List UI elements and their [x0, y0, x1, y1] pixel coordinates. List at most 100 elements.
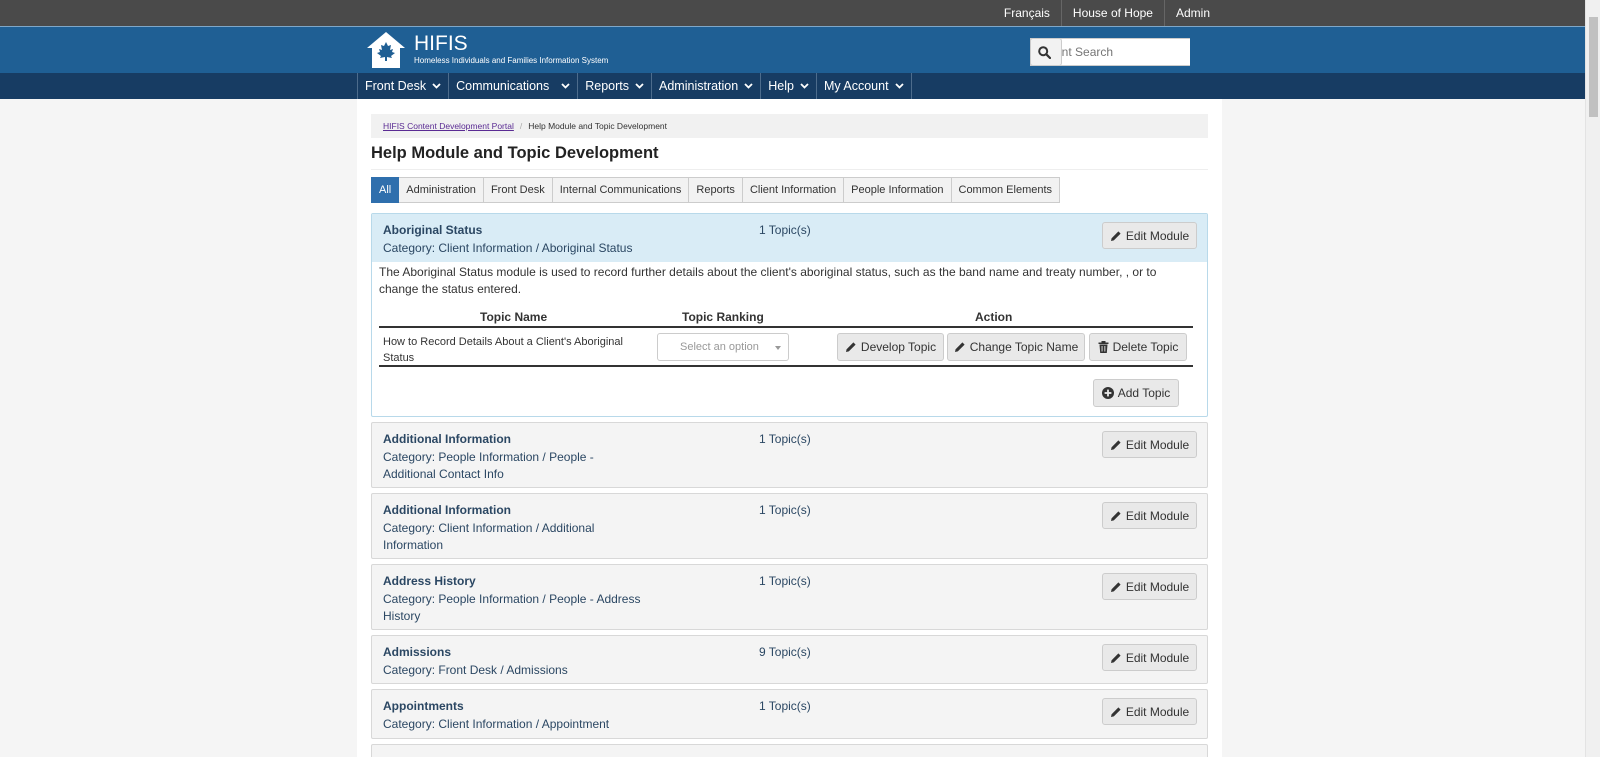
module-panel[interactable]: Appointments Category: Client Informatio…: [371, 689, 1208, 739]
delete-topic-button[interactable]: Delete Topic: [1089, 333, 1187, 361]
pencil-icon: [1110, 510, 1121, 521]
edit-module-label: Edit Module: [1125, 650, 1190, 665]
tab-client-information[interactable]: Client Information: [742, 177, 845, 203]
nav-label: Administration: [659, 79, 739, 93]
pencil-icon: [1110, 581, 1121, 592]
change-topic-name-button[interactable]: Change Topic Name: [947, 333, 1085, 361]
page-title: Help Module and Topic Development: [371, 144, 659, 162]
module-title: Aboriginal Status: [383, 223, 483, 237]
breadcrumb-current: Help Module and Topic Development: [528, 121, 668, 131]
tab-internal-communications[interactable]: Internal Communications: [552, 177, 690, 203]
brand[interactable]: HIFIS Homeless Individuals and Families …: [366, 31, 608, 71]
chevron-down-icon: [432, 83, 441, 89]
pencil-icon: [1110, 230, 1121, 241]
module-panel-expanded: Aboriginal Status Category: Client Infor…: [371, 213, 1208, 417]
topic-ranking-select[interactable]: Select an option: [657, 333, 789, 361]
nav-administration[interactable]: Administration: [652, 73, 762, 99]
category-tabs: All Administration Front Desk Internal C…: [371, 177, 1061, 203]
page-scrollbar[interactable]: [1585, 0, 1600, 757]
chevron-down-icon: [635, 83, 644, 89]
breadcrumb-portal-link[interactable]: HIFIS Content Development Portal: [383, 121, 514, 131]
nav-label: Help: [768, 79, 794, 93]
plus-circle-icon: [1101, 387, 1114, 399]
edit-module-label: Edit Module: [1125, 437, 1190, 452]
module-category: Category: Client Information / Appointme…: [383, 717, 610, 731]
language-link[interactable]: Français: [993, 0, 1061, 26]
topic-name: How to Record Details About a Client's A…: [383, 336, 623, 364]
module-panel[interactable]: Additional Information Category: Client …: [371, 493, 1208, 559]
pencil-icon: [1110, 439, 1121, 450]
develop-topic-button[interactable]: Develop Topic: [837, 333, 944, 361]
module-title: Additional Information: [383, 432, 511, 446]
module-category: Category: Client Information / Aborigina…: [383, 241, 633, 255]
col-topic-ranking: Topic Ranking: [682, 310, 764, 324]
edit-module-button[interactable]: Edit Module: [1102, 644, 1197, 671]
edit-module-button[interactable]: Edit Module: [1102, 222, 1197, 249]
module-topic-count: 1 Topic(s): [759, 503, 811, 517]
nav-label: Communications: [456, 79, 550, 93]
edit-module-label: Edit Module: [1125, 579, 1190, 594]
nav-reports[interactable]: Reports: [578, 73, 653, 99]
module-title: Admissions: [383, 645, 452, 659]
add-topic-button[interactable]: Add Topic: [1093, 379, 1179, 407]
tab-common-elements[interactable]: Common Elements: [951, 177, 1061, 203]
tab-administration[interactable]: Administration: [399, 177, 484, 203]
module-panel[interactable]: Address History Category: People Informa…: [371, 564, 1208, 630]
chevron-down-icon: [744, 83, 753, 89]
select-arrow-icon: [775, 346, 781, 350]
topic-table-header: Topic Name Topic Ranking Action: [379, 307, 1193, 328]
module-topic-count: 1 Topic(s): [759, 432, 811, 446]
select-placeholder: Select an option: [680, 341, 759, 353]
module-panel[interactable]: Additional Information Category: People …: [371, 422, 1208, 488]
main-nav: Front Desk Communications Reports Admini…: [0, 73, 1585, 99]
add-topic-label: Add Topic: [1117, 386, 1171, 400]
tab-front-desk[interactable]: Front Desk: [483, 177, 553, 203]
pencil-icon: [845, 342, 856, 352]
change-topic-name-label: Change Topic Name: [969, 340, 1079, 354]
module-category: Category: People Information / People - …: [383, 450, 594, 481]
nav-label: Front Desk: [365, 79, 427, 93]
pencil-icon: [1110, 706, 1121, 717]
tab-people-information[interactable]: People Information: [844, 177, 952, 203]
module-panel[interactable]: [371, 744, 1208, 757]
module-category: Category: Client Information / Additiona…: [383, 521, 595, 552]
brand-subtitle: Homeless Individuals and Families Inform…: [414, 56, 609, 65]
module-topic-count: 1 Topic(s): [759, 699, 811, 713]
col-topic-name: Topic Name: [480, 310, 548, 324]
tab-all[interactable]: All: [371, 177, 400, 203]
utility-bar: Français House of Hope Admin: [0, 0, 1585, 26]
edit-module-button[interactable]: Edit Module: [1102, 431, 1197, 458]
nav-help[interactable]: Help: [761, 73, 817, 99]
pencil-icon: [954, 342, 965, 352]
module-topic-count: 9 Topic(s): [759, 645, 811, 659]
nav-my-account[interactable]: My Account: [817, 73, 912, 99]
scrollbar-thumb[interactable]: [1589, 17, 1598, 117]
edit-module-button[interactable]: Edit Module: [1102, 502, 1197, 529]
edit-module-label: Edit Module: [1125, 704, 1190, 719]
chevron-down-icon: [561, 83, 570, 89]
search-icon: [1037, 45, 1051, 59]
edit-module-button[interactable]: Edit Module: [1102, 573, 1197, 600]
module-title: Address History: [383, 574, 476, 588]
module-topic-count: 1 Topic(s): [759, 574, 811, 588]
user-link[interactable]: Admin: [1163, 0, 1221, 26]
edit-module-button[interactable]: Edit Module: [1102, 698, 1197, 725]
module-title: Appointments: [383, 699, 464, 713]
module-panel[interactable]: Admissions Category: Front Desk / Admiss…: [371, 635, 1208, 684]
breadcrumb: HIFIS Content Development Portal / Help Mo…: [371, 114, 1208, 138]
module-description: The Aboriginal Status module is used to …: [379, 265, 1157, 296]
module-topic-count: 1 Topic(s): [759, 223, 811, 237]
chevron-down-icon: [894, 83, 904, 89]
utility-links: Français House of Hope Admin: [993, 0, 1221, 26]
main-content: HIFIS Content Development Portal / Help Mo…: [357, 99, 1222, 757]
module-header[interactable]: Aboriginal Status Category: Client Infor…: [372, 214, 1207, 262]
organization-link[interactable]: House of Hope: [1060, 0, 1164, 26]
nav-front-desk[interactable]: Front Desk: [358, 73, 450, 99]
breadcrumb-separator: /: [519, 121, 523, 131]
search-button[interactable]: [1030, 38, 1062, 66]
site-header: HIFIS Homeless Individuals and Families …: [0, 26, 1585, 73]
nav-communications[interactable]: Communications: [449, 73, 579, 99]
tab-reports[interactable]: Reports: [689, 177, 743, 203]
nav-label: My Account: [823, 79, 889, 93]
trash-icon: [1098, 341, 1109, 353]
